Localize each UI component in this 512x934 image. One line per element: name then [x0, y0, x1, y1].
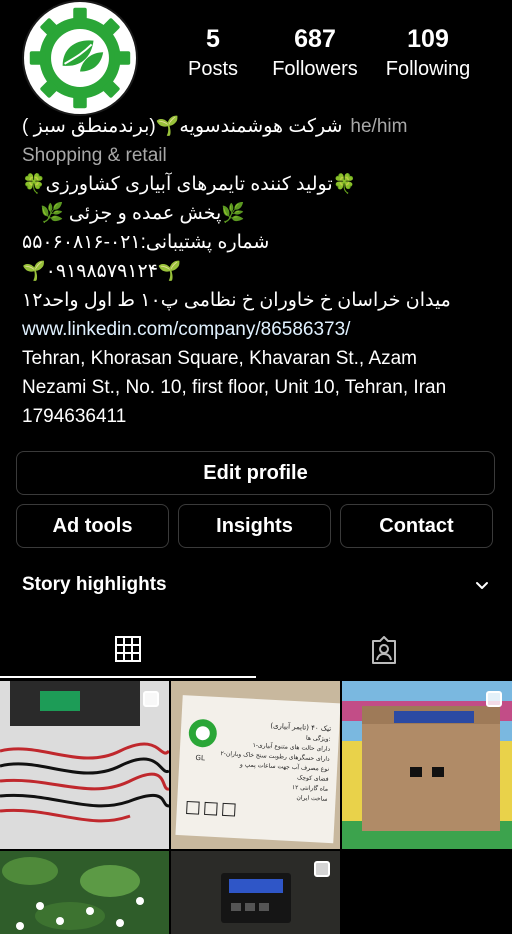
following-label: Following — [385, 58, 471, 80]
grid-icon — [115, 636, 141, 662]
bio-line: 🌱۰۹۱۹۸۵۷۹۱۲۴🌱 — [22, 261, 182, 282]
address-line: 1794636411 — [22, 406, 127, 427]
profile-bio: شرکت هوشمندسویه🌱(برندمنطق سبز ) he/him S… — [22, 112, 496, 431]
bio-line: 🌿پخش عمده و جزئی 🌿 — [40, 203, 245, 224]
followers-count: 687 — [294, 25, 336, 53]
post-thumbnail-flowers[interactable] — [0, 851, 169, 934]
profile-tabs — [0, 622, 512, 678]
posts-label: Posts — [187, 58, 239, 80]
bio-line: میدان خراسان خ خاوران خ نظامی پ۱۰ ط اول … — [22, 290, 451, 311]
post-thumbnail-cables[interactable] — [0, 681, 169, 849]
story-highlights-title: Story highlights — [22, 574, 167, 595]
profile-pronouns: he/him — [350, 116, 408, 137]
profile-stats: 5 Posts 687 Followers 109 Following — [170, 24, 502, 84]
ad-tools-button[interactable]: Ad tools — [16, 504, 169, 548]
insights-button[interactable]: Insights — [178, 504, 331, 548]
followers-label: Followers — [272, 58, 358, 80]
profile-name: شرکت هوشمندسویه🌱(برندمنطق سبز ) — [22, 116, 343, 137]
posts-stat[interactable]: 5 Posts — [170, 24, 256, 84]
tab-posts-grid[interactable] — [0, 622, 256, 678]
multi-photo-icon — [486, 691, 502, 707]
bio-line: شماره پشتیبانی:۰۲۱-۵۵۰۶۰۸۱۶ — [22, 232, 270, 253]
website-link[interactable]: www.linkedin.com/company/86586373/ — [22, 315, 496, 344]
post-card-brand: GL — [195, 754, 205, 762]
profile-category: Shopping & retail — [22, 145, 167, 166]
following-count: 109 — [407, 25, 449, 53]
post-thumbnail-timer-display[interactable] — [171, 851, 340, 934]
edit-profile-button[interactable]: Edit profile — [16, 451, 495, 495]
post-thumbnail-product-card[interactable]: تیک ۴۰ (تایمر آبیاری) ویژگی ها: ۱-دارای … — [171, 681, 340, 849]
address-line: Tehran, Khorasan Square, Khavaran St., A… — [22, 348, 418, 369]
multi-photo-icon — [143, 691, 159, 707]
post-thumbnail-timer-box[interactable] — [342, 681, 512, 849]
chevron-down-icon[interactable] — [472, 575, 492, 595]
followers-stat[interactable]: 687 Followers — [256, 24, 374, 84]
profile-avatar[interactable] — [22, 0, 138, 116]
post-card-subheading: ویژگی ها: — [306, 734, 331, 743]
following-stat[interactable]: 109 Following — [378, 24, 478, 84]
tagged-person-icon — [372, 636, 396, 664]
bio-line: 🍀تولید کننده تایمرهای آبیاری کشاورزی🍀 — [22, 174, 357, 195]
posts-count: 5 — [206, 25, 220, 53]
contact-button[interactable]: Contact — [340, 504, 493, 548]
tab-tagged[interactable] — [256, 622, 512, 678]
multi-photo-icon — [314, 861, 330, 877]
story-highlights-header[interactable]: Story highlights — [22, 570, 492, 600]
address-line: Nezami St., No. 10, first floor, Unit 10… — [22, 377, 447, 398]
